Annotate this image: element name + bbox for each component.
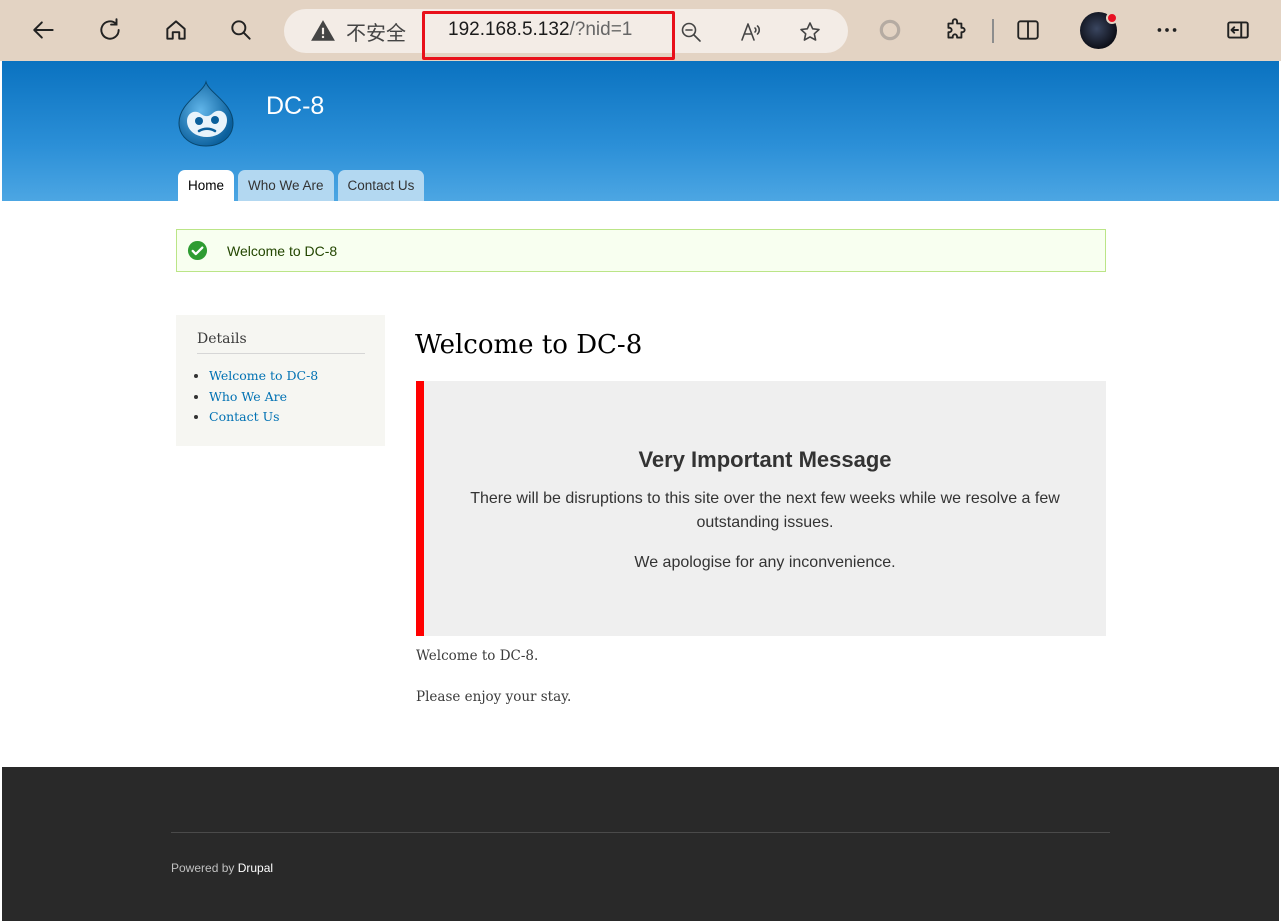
alert-text: There will be disruptions to this site o… — [470, 490, 1060, 531]
body-paragraph-enjoy: Please enjoy your stay. — [416, 689, 572, 705]
split-screen-icon — [1017, 20, 1039, 40]
sidebar-link-label[interactable]: Welcome to DC-8 — [209, 368, 318, 383]
puzzle-icon — [947, 18, 966, 39]
read-aloud-icon — [741, 23, 761, 41]
zoom-out-button[interactable] — [677, 18, 705, 46]
refresh-button[interactable] — [90, 10, 130, 50]
more-menu-button[interactable] — [1147, 10, 1187, 50]
sidebar-exit-icon — [1227, 21, 1249, 39]
sidebar-item-welcome[interactable]: Welcome to DC-8 — [209, 366, 365, 387]
browser-toolbar: 不安全 192.168.5.132/?nid=1 — [0, 0, 1281, 61]
url-highlight-box — [422, 11, 675, 60]
sidebar-item-contact-us[interactable]: Contact Us — [209, 407, 365, 428]
site-footer: Powered by Drupal — [2, 767, 1279, 921]
tab-who-we-are[interactable]: Who We Are — [238, 170, 334, 201]
important-message-box: Very Important Message There will be dis… — [416, 381, 1106, 636]
powered-by: Powered by Drupal — [171, 861, 273, 875]
read-aloud-button[interactable] — [737, 18, 765, 46]
alert-apology: We apologise for any inconvenience. — [634, 554, 896, 571]
sidebar-title: Details — [197, 331, 365, 354]
tab-contact-us[interactable]: Contact Us — [337, 170, 425, 201]
security-indicator[interactable]: 不安全 — [310, 18, 406, 45]
tab-home[interactable]: Home — [178, 170, 235, 201]
favorite-button[interactable] — [796, 18, 824, 46]
toolbar-separator — [992, 19, 994, 43]
sidebar-link-label[interactable]: Who We Are — [209, 389, 287, 404]
home-icon — [166, 20, 186, 40]
browser-essentials-button[interactable] — [870, 10, 910, 50]
more-dots-icon — [1157, 28, 1177, 32]
status-message: Welcome to DC-8 — [176, 229, 1106, 272]
drupal-logo-icon[interactable] — [173, 79, 239, 149]
sidebar-link-label[interactable]: Contact Us — [209, 409, 280, 424]
check-circle-icon — [187, 240, 208, 261]
security-label: 不安全 — [346, 20, 406, 45]
search-button[interactable] — [221, 10, 261, 50]
sidebar-details-block: Details Welcome to DC-8 Who We Are Conta… — [176, 315, 385, 446]
sidebar-item-who-we-are[interactable]: Who We Are — [209, 387, 365, 408]
home-button[interactable] — [156, 10, 196, 50]
status-text: Welcome to DC-8 — [227, 242, 338, 259]
page-title: Welcome to DC-8 — [415, 330, 643, 360]
powered-by-prefix: Powered by — [171, 861, 238, 875]
site-header: DC-8 Home Who We Are Contact Us — [2, 61, 1279, 201]
alert-heading: Very Important Message — [638, 447, 892, 472]
star-icon — [800, 22, 820, 41]
ring-icon — [879, 19, 901, 41]
back-arrow-icon — [33, 21, 54, 39]
back-button[interactable] — [24, 10, 64, 50]
split-screen-button[interactable] — [1008, 10, 1048, 50]
zoom-out-icon — [681, 22, 701, 42]
notification-dot — [1106, 12, 1118, 24]
warning-icon — [311, 20, 335, 41]
search-icon — [231, 20, 251, 40]
footer-divider — [171, 832, 1110, 833]
site-name[interactable]: DC-8 — [266, 92, 324, 121]
main-menu-tabs: Home Who We Are Contact Us — [178, 170, 425, 201]
body-paragraph-welcome: Welcome to DC-8. — [416, 648, 539, 664]
refresh-icon — [100, 18, 120, 40]
sidebar-link-list: Welcome to DC-8 Who We Are Contact Us — [197, 366, 365, 428]
drupal-link[interactable]: Drupal — [238, 861, 273, 875]
extensions-button[interactable] — [936, 10, 976, 50]
sidebar-toggle-button[interactable] — [1218, 10, 1258, 50]
